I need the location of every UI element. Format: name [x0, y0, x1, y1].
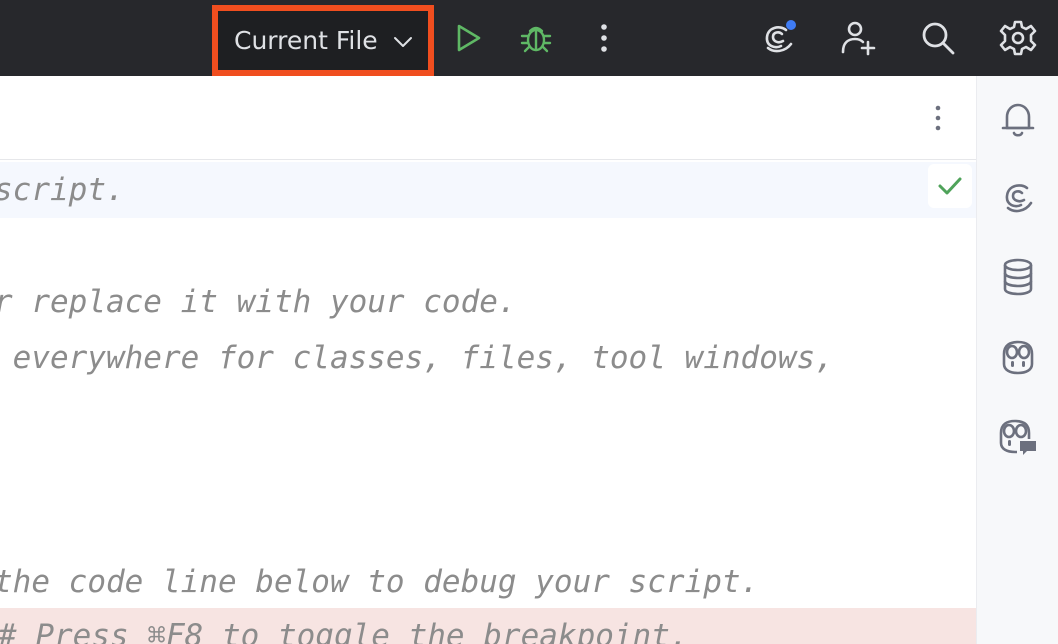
- ai-assistant-icon: [765, 20, 796, 53]
- database-icon: [1003, 258, 1033, 296]
- search-button[interactable]: [914, 14, 962, 62]
- code-line-breakpoint: # Press ⌘F8 to toggle the breakpoint.: [0, 608, 976, 644]
- more-vertical-icon: [601, 24, 607, 52]
- debug-button[interactable]: [512, 14, 560, 62]
- gear-icon: [999, 20, 1037, 56]
- more-vertical-icon: [935, 105, 941, 131]
- inspection-status-button[interactable]: [928, 164, 972, 208]
- copilot-button[interactable]: [995, 334, 1041, 380]
- copilot-icon: [1002, 340, 1034, 375]
- search-icon: [922, 22, 955, 55]
- editor-more-button[interactable]: [918, 98, 958, 138]
- bell-icon: [1001, 103, 1035, 137]
- code-line: r replace it with your code.: [0, 274, 976, 330]
- code-line: everywhere for classes, files, tool wind…: [0, 330, 976, 386]
- code-line: the code line below to debug your script…: [0, 554, 976, 610]
- code-line: script.: [0, 162, 976, 218]
- run-button[interactable]: [444, 14, 492, 62]
- code-comment: script.: [0, 172, 125, 208]
- add-user-icon: [841, 21, 876, 56]
- code-comment: r replace it with your code.: [0, 284, 517, 320]
- database-button[interactable]: [995, 254, 1041, 300]
- right-tool-window-bar: [976, 76, 1058, 644]
- main-toolbar: Current File: [0, 0, 1058, 76]
- notifications-button[interactable]: [995, 96, 1041, 142]
- run-configuration-label: Current File: [234, 26, 378, 55]
- ide-window: Current File script. r replace it with y…: [0, 0, 1058, 644]
- code-comment: everywhere for classes, files, tool wind…: [0, 340, 834, 376]
- chevron-down-icon: [393, 36, 412, 47]
- code-comment: the code line below to debug your script…: [0, 564, 760, 600]
- editor-tab-bar: [0, 76, 976, 160]
- play-icon: [457, 24, 481, 52]
- copilot-chat-icon: [999, 419, 1036, 455]
- settings-button[interactable]: [994, 14, 1042, 62]
- code-editor[interactable]: script. r replace it with your code. eve…: [0, 76, 976, 644]
- ai-assistant-tool-button[interactable]: [995, 174, 1041, 220]
- add-user-button[interactable]: [834, 14, 882, 62]
- ai-assistant-button[interactable]: [754, 14, 802, 62]
- more-actions-button[interactable]: [580, 14, 628, 62]
- check-icon: [938, 177, 962, 195]
- copilot-chat-button[interactable]: [995, 414, 1041, 460]
- code-comment: # Press ⌘F8 to toggle the breakpoint.: [0, 618, 689, 644]
- bug-icon: [520, 26, 552, 53]
- ai-assistant-icon: [1005, 184, 1033, 213]
- run-configuration-selector[interactable]: Current File: [212, 5, 434, 76]
